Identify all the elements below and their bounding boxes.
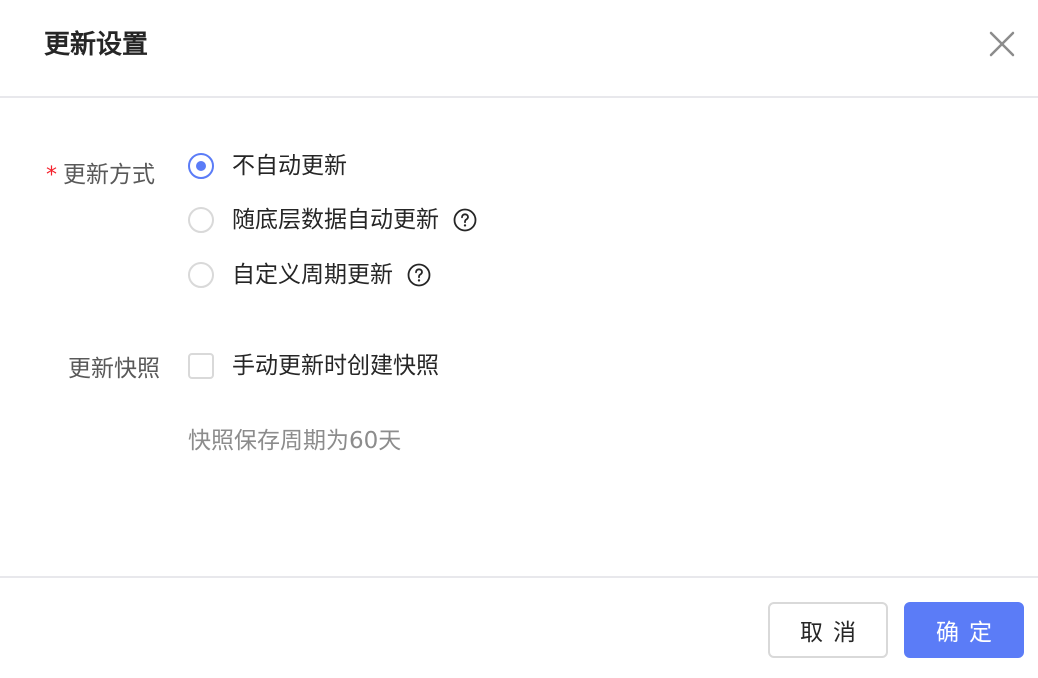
- radio-option-custom-period-update[interactable]: 自定义周期更新: [188, 259, 431, 291]
- radio-button[interactable]: [188, 153, 214, 179]
- radio-option-label: 自定义周期更新: [232, 262, 393, 288]
- radio-option-no-auto-update[interactable]: 不自动更新: [188, 150, 347, 182]
- cancel-button[interactable]: 取消: [768, 602, 888, 658]
- snapshot-checkbox-row[interactable]: 手动更新时创建快照: [188, 350, 439, 382]
- radio-button[interactable]: [188, 262, 214, 288]
- dialog-footer: 取消 确定: [0, 576, 1038, 678]
- radio-option-auto-update-with-data[interactable]: 随底层数据自动更新: [188, 204, 477, 236]
- radio-option-label: 不自动更新: [232, 153, 347, 179]
- confirm-button[interactable]: 确定: [904, 602, 1024, 658]
- radio-button[interactable]: [188, 207, 214, 233]
- close-button[interactable]: [986, 28, 1018, 60]
- question-circle-icon[interactable]: [407, 263, 431, 287]
- dialog-header: 更新设置: [0, 0, 1038, 98]
- update-mode-label-text: 更新方式: [63, 162, 155, 188]
- required-mark: *: [46, 163, 57, 188]
- snapshot-checkbox[interactable]: [188, 353, 214, 379]
- dialog-title: 更新设置: [44, 30, 149, 60]
- close-icon: [989, 31, 1015, 57]
- snapshot-label: 更新快照: [68, 356, 160, 382]
- question-circle-icon[interactable]: [453, 208, 477, 232]
- update-settings-dialog: 更新设置 * 更新方式 不自动更新 随底层数据自动更新 自定义周期更新 更新快照…: [0, 0, 1038, 678]
- update-mode-label: * 更新方式: [46, 159, 155, 192]
- dialog-body: * 更新方式 不自动更新 随底层数据自动更新 自定义周期更新 更新快照 手动更新…: [0, 98, 1038, 576]
- radio-option-label: 随底层数据自动更新: [232, 207, 439, 233]
- snapshot-checkbox-label: 手动更新时创建快照: [232, 353, 439, 379]
- snapshot-hint: 快照保存周期为60天: [188, 428, 402, 454]
